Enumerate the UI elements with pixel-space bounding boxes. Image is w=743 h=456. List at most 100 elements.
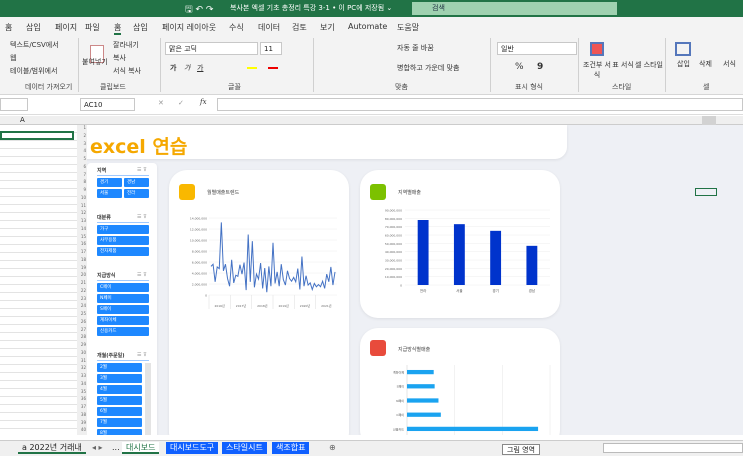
ribbon-table-range[interactable]: 테이블/범위에서 [10, 66, 57, 76]
ribbon-tab[interactable]: 삽입 [133, 22, 148, 33]
row-number[interactable]: 3 [77, 141, 87, 149]
slicer-filter-icon[interactable]: ☰ ⊽ [137, 214, 147, 220]
ribbon-tab[interactable]: 삽입 [26, 22, 41, 33]
ribbon-tab[interactable]: 수식 [229, 22, 244, 33]
slicer-item[interactable]: 경남 [124, 178, 149, 187]
bold-button[interactable]: 가 [170, 63, 176, 73]
row-number[interactable]: 36 [77, 396, 87, 404]
ribbon-tab[interactable]: 홈 [114, 22, 122, 35]
font-name-select[interactable]: 맑은 고딕 [165, 42, 258, 55]
slicer-item[interactable]: 2월 [97, 363, 142, 372]
paste-button[interactable]: 붙여넣기 [82, 57, 108, 67]
slicer-filter-icon[interactable]: ☰ ⊽ [137, 352, 147, 358]
ribbon-web[interactable]: 웹 [10, 53, 16, 63]
comma-button[interactable]: 9 [537, 62, 543, 72]
percent-button[interactable]: % [515, 62, 524, 72]
cancel-icon[interactable]: ✕ [158, 99, 164, 107]
slicer-item[interactable]: C페이 [97, 283, 149, 292]
tab-dashboard-tools[interactable]: 대시보드도구 [166, 442, 219, 454]
row-number[interactable]: 2 [77, 133, 87, 141]
row-number[interactable]: 26 [77, 319, 87, 327]
row-number[interactable]: 33 [77, 373, 87, 381]
ribbon-text-csv[interactable]: 텍스트/CSV에서 [10, 40, 59, 50]
row-number[interactable]: 16 [77, 241, 87, 249]
row-number[interactable]: 13 [77, 218, 87, 226]
formula-input[interactable] [217, 98, 743, 111]
ribbon-tab[interactable]: 파일 [85, 22, 100, 33]
row-number[interactable]: 10 [77, 195, 87, 203]
format-table-button[interactable]: 표 서식 [612, 60, 634, 70]
row-number[interactable]: 19 [77, 265, 87, 273]
ribbon-tab[interactable]: Automate [348, 22, 387, 31]
row-number[interactable]: 5 [77, 156, 87, 164]
row-number[interactable]: 8 [77, 179, 87, 187]
slicer-item[interactable]: N페이 [97, 294, 149, 303]
row-number[interactable]: 25 [77, 311, 87, 319]
cell-styles-button[interactable]: 셀 스타일 [635, 60, 663, 70]
insert-function-button[interactable]: fx [200, 98, 207, 106]
font-color-icon[interactable] [268, 67, 278, 69]
format-painter-button[interactable]: 서식 복사 [113, 66, 141, 76]
row-number[interactable]: 29 [77, 342, 87, 350]
save-icon[interactable]: 🖫 ↶ ↷ [185, 2, 213, 18]
row-number[interactable]: 1 [77, 125, 87, 133]
row-number[interactable]: 38 [77, 412, 87, 420]
fill-color-icon[interactable] [247, 67, 257, 69]
ribbon-tab[interactable]: 검토 [292, 22, 307, 33]
row-number[interactable]: 24 [77, 303, 87, 311]
delete-cells-button[interactable]: 삭제 [699, 59, 712, 69]
copy-button[interactable]: 복사 [113, 53, 126, 63]
merge-center-button[interactable]: 병합하고 가운데 맞춤 [397, 63, 459, 73]
slicer-item[interactable]: 사무용품 [97, 236, 149, 245]
slicer-item[interactable]: 서울 [97, 189, 122, 198]
underline-button[interactable]: 가 [197, 63, 203, 73]
cut-button[interactable]: 잘라내기 [113, 40, 139, 50]
insert-cells-icon[interactable] [675, 42, 691, 56]
selected-column-header[interactable] [702, 116, 716, 125]
slicer-item[interactable]: 8월 [97, 429, 142, 435]
tab-style-sheet[interactable]: 스타일시트 [222, 442, 267, 454]
row-number[interactable]: 15 [77, 234, 87, 242]
enter-icon[interactable]: ✓ [178, 99, 184, 107]
ribbon-tab[interactable]: 데이터 [258, 22, 280, 33]
slicer-item[interactable]: 전라 [124, 189, 149, 198]
row-number[interactable]: 34 [77, 381, 87, 389]
left-name-box[interactable] [0, 98, 28, 111]
ribbon-tab[interactable]: 페이지 레이아웃 [162, 22, 216, 33]
row-number[interactable]: 11 [77, 203, 87, 211]
slicer-filter-icon[interactable]: ☰ ⊽ [137, 272, 147, 278]
row-number[interactable]: 7 [77, 172, 87, 180]
slicer-item[interactable]: 가구 [97, 225, 149, 234]
ribbon-tab[interactable]: 홈 [5, 22, 12, 33]
row-number[interactable]: 31 [77, 358, 87, 366]
row-number[interactable]: 28 [77, 334, 87, 342]
horizontal-scrollbar[interactable] [603, 443, 743, 453]
search-box[interactable]: 검색 [412, 2, 617, 15]
slicer-item[interactable]: 7월 [97, 418, 142, 427]
tab-color-table[interactable]: 색조합표 [272, 442, 310, 454]
format-cells-button[interactable]: 서식 [723, 59, 736, 69]
ribbon-tab[interactable]: 페이지 [55, 22, 77, 33]
tab-dashboard[interactable]: 대시보드 [122, 442, 160, 454]
row-number[interactable]: 40 [77, 427, 87, 435]
row-number[interactable]: 27 [77, 327, 87, 335]
row-number[interactable]: 6 [77, 164, 87, 172]
row-number[interactable]: 12 [77, 210, 87, 218]
row-number[interactable]: 18 [77, 257, 87, 265]
slicer-item[interactable]: S페이 [97, 305, 149, 314]
row-number[interactable]: 32 [77, 365, 87, 373]
ribbon-tab[interactable]: 도움말 [397, 22, 419, 33]
slicer-item[interactable]: 6월 [97, 407, 142, 416]
slicer-item[interactable]: 3월 [97, 374, 142, 383]
wrap-text-button[interactable]: 자동 줄 바꿈 [397, 43, 434, 53]
insert-cells-button[interactable]: 삽입 [677, 59, 690, 69]
selected-cell[interactable] [695, 188, 717, 196]
left-pane-grid[interactable] [0, 125, 77, 435]
slicer-item[interactable]: 4월 [97, 385, 142, 394]
slicer-scrollbar[interactable] [145, 363, 151, 435]
italic-button[interactable]: 가 [184, 63, 190, 73]
row-number[interactable]: 37 [77, 404, 87, 412]
number-format-select[interactable]: 일반 [497, 42, 577, 55]
slicer-filter-icon[interactable]: ☰ ⊽ [137, 167, 147, 173]
conditional-format-button[interactable]: 조건부 서식 [583, 60, 611, 80]
